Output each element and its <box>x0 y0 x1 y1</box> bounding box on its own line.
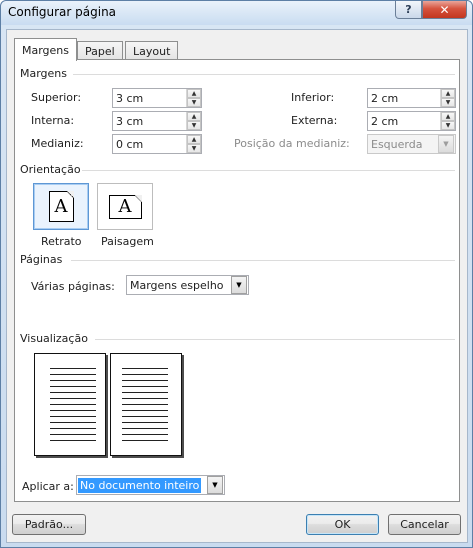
superior-label: Superior: <box>31 91 82 104</box>
inferior-value[interactable]: 2 cm <box>368 92 440 105</box>
externa-spinbox[interactable]: 2 cm ▲ ▼ <box>367 111 456 131</box>
dropdown-arrow-icon[interactable]: ▼ <box>207 476 223 494</box>
interna-spinbox[interactable]: 3 cm ▲ ▼ <box>112 111 202 131</box>
tab-margens[interactable]: Margens <box>14 38 78 61</box>
preview-text-line <box>122 380 168 381</box>
dropdown-arrow-icon[interactable]: ▼ <box>231 276 247 294</box>
preview-text-line <box>122 428 168 429</box>
dialog-title: Configurar página <box>8 5 117 19</box>
preview-text-line <box>50 380 96 381</box>
interna-value[interactable]: 3 cm <box>113 115 186 128</box>
tab-papel[interactable]: Papel <box>77 41 123 60</box>
spin-up-icon[interactable]: ▲ <box>187 89 201 98</box>
apply-to-label: Aplicar a: <box>22 480 74 493</box>
paisagem-button[interactable]: A <box>97 183 153 230</box>
pages-section-title: Páginas <box>20 253 63 266</box>
pages-separator <box>71 260 455 261</box>
spin-down-icon[interactable]: ▼ <box>441 121 455 130</box>
orientation-separator <box>82 170 455 171</box>
preview-text-line <box>122 398 168 399</box>
retrato-button[interactable]: A <box>33 183 89 230</box>
spin-up-icon[interactable]: ▲ <box>187 135 201 144</box>
preview-text-line <box>122 440 168 441</box>
varias-paginas-select[interactable]: Margens espelho ▼ <box>126 275 249 295</box>
preview-text-line <box>50 428 96 429</box>
tab-layout[interactable]: Layout <box>125 41 179 60</box>
preview-text-line <box>50 410 96 411</box>
preview-text-line <box>50 392 96 393</box>
paisagem-label[interactable]: Paisagem <box>101 235 154 248</box>
externa-value[interactable]: 2 cm <box>368 115 440 128</box>
landscape-glyph: A <box>118 196 132 217</box>
medianiz-label: Medianiz: <box>31 137 84 150</box>
spin-up-icon[interactable]: ▲ <box>441 89 455 98</box>
preview-text-line <box>122 416 168 417</box>
help-button[interactable]: ? <box>395 1 422 19</box>
margens-tab-page: Margens Superior: 3 cm ▲ ▼ Inferior: 2 cm… <box>14 59 460 502</box>
apply-to-select[interactable]: No documento inteiro ▼ <box>76 475 225 495</box>
margins-separator <box>73 74 455 75</box>
default-button[interactable]: Padrão... <box>12 514 86 535</box>
dropdown-arrow-icon[interactable]: ▼ <box>438 135 454 153</box>
apply-to-value: No documento inteiro <box>78 477 202 493</box>
preview-text-line <box>50 374 96 375</box>
preview-section-title: Visualização <box>20 332 88 345</box>
superior-value[interactable]: 3 cm <box>113 92 186 105</box>
portrait-glyph: A <box>54 196 68 217</box>
preview-text-line <box>122 422 168 423</box>
preview-left-page <box>34 353 106 456</box>
varias-paginas-value: Margens espelho <box>130 278 224 292</box>
margins-section-title: Margens <box>20 67 68 80</box>
preview-text-line <box>122 374 168 375</box>
preview-separator <box>95 339 455 340</box>
cancel-button[interactable]: Cancelar <box>388 514 461 535</box>
preview-text-line <box>122 368 168 369</box>
preview-right-page <box>110 353 182 456</box>
preview-text-line <box>50 386 96 387</box>
inferior-spinbox[interactable]: 2 cm ▲ ▼ <box>367 88 456 108</box>
medianiz-spinbox[interactable]: 0 cm ▲ ▼ <box>112 134 202 154</box>
portrait-page-icon: A <box>48 191 74 222</box>
posicao-medianiz-select[interactable]: Esquerda ▼ <box>367 134 456 154</box>
spin-down-icon[interactable]: ▼ <box>187 98 201 107</box>
preview-text-line <box>50 398 96 399</box>
preview-text-line <box>50 404 96 405</box>
page-setup-dialog: Configurar página ? ✕ Margens Papel Layo… <box>0 0 473 548</box>
spin-down-icon[interactable]: ▼ <box>441 98 455 107</box>
preview-text-line <box>122 410 168 411</box>
preview-text-line <box>122 386 168 387</box>
posicao-medianiz-label: Posição da medianiz: <box>234 137 350 150</box>
landscape-page-icon: A <box>108 194 142 219</box>
page-fold-icon <box>66 191 74 198</box>
preview-text-line <box>50 368 96 369</box>
preview-text-line <box>50 416 96 417</box>
page-fold-icon <box>134 194 142 202</box>
spin-up-icon[interactable]: ▲ <box>187 112 201 121</box>
dialog-client-area: Margens Papel Layout Margens Superior: 3… <box>6 29 468 543</box>
varias-paginas-label: Várias páginas: <box>31 280 115 293</box>
retrato-label[interactable]: Retrato <box>41 235 82 248</box>
spin-down-icon[interactable]: ▼ <box>187 121 201 130</box>
preview-text-line <box>122 392 168 393</box>
preview-text-line <box>50 434 96 435</box>
interna-label: Interna: <box>31 114 75 127</box>
orientation-section-title: Orientação <box>20 163 81 176</box>
preview-text-line <box>50 440 96 441</box>
externa-label: Externa: <box>291 114 338 127</box>
superior-spinbox[interactable]: 3 cm ▲ ▼ <box>112 88 202 108</box>
spin-down-icon[interactable]: ▼ <box>187 144 201 153</box>
spin-up-icon[interactable]: ▲ <box>441 112 455 121</box>
inferior-label: Inferior: <box>291 91 335 104</box>
medianiz-value[interactable]: 0 cm <box>113 138 186 151</box>
preview-text-line <box>122 404 168 405</box>
preview-text-line <box>122 434 168 435</box>
posicao-medianiz-value: Esquerda <box>371 137 423 151</box>
title-bar[interactable]: Configurar página ? ✕ <box>1 1 472 25</box>
close-button[interactable]: ✕ <box>422 1 467 19</box>
preview-text-line <box>50 422 96 423</box>
ok-button[interactable]: OK <box>306 514 379 535</box>
